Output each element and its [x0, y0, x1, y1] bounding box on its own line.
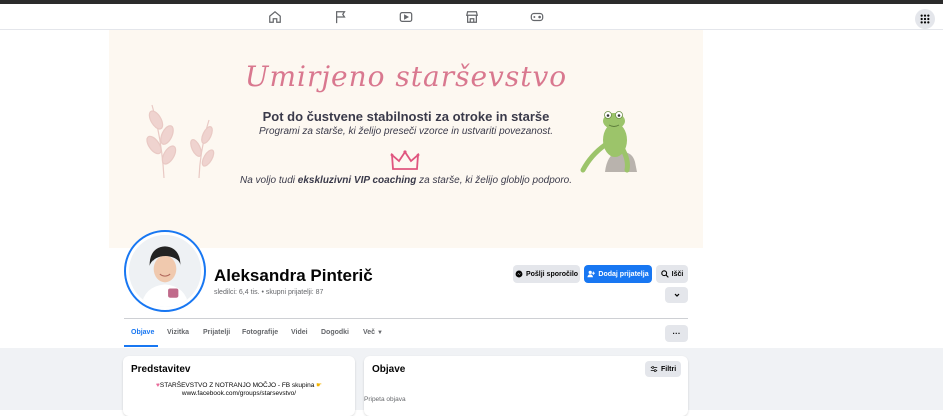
tab-posts[interactable]: Objave [131, 329, 154, 336]
tab-about[interactable]: Vizitka [167, 329, 189, 336]
intro-line-1-text: STARŠEVSTVO Z NOTRANJO MOČJO - FB skupin… [159, 382, 315, 389]
profile-divider [124, 318, 688, 319]
profile-meta[interactable]: sledilci: 6,4 tis. • skupni prijatelji: … [214, 289, 323, 296]
caret-down-icon: ▼ [377, 330, 383, 336]
intro-line-1: ♥STARŠEVSTVO Z NOTRANJO MOČJO - FB skupi… [123, 381, 355, 389]
cover-script-title: Umirjeno starševstvo [244, 60, 568, 93]
frog-illustration [580, 111, 637, 173]
crown-icon [390, 150, 420, 170]
filter-sliders-icon [650, 366, 658, 372]
marketplace-icon[interactable] [465, 10, 479, 24]
intro-card: Predstavitev ♥STARŠEVSTVO Z NOTRANJO MOČ… [123, 356, 355, 416]
add-friend-label: Dodaj prijatelja [598, 270, 649, 278]
tab-events[interactable]: Dogodki [321, 329, 349, 336]
more-options-dropdown[interactable] [665, 287, 688, 303]
flag-icon[interactable] [334, 10, 348, 24]
cover-vip-line: Na voljo tudi ekskluzivni VIP coaching z… [109, 175, 703, 186]
search-icon [660, 270, 669, 278]
tab-videos[interactable]: Videi [291, 329, 308, 336]
search-button[interactable]: Išči [656, 265, 688, 283]
send-message-label: Pošlji sporočilo [525, 270, 579, 278]
vip-bold: ekskluzivni VIP coaching [297, 175, 417, 186]
chevron-down-icon [674, 293, 679, 297]
posts-card: Objave Filtri Pripeta objava [364, 356, 688, 416]
cover-photo[interactable]: Umirjeno starševstvo Pot do čustvene sta… [109, 30, 703, 248]
grid-menu-icon[interactable] [915, 9, 935, 29]
pinned-post-label: Pripeta objava [364, 396, 406, 403]
tabs-more-button[interactable]: ··· [665, 325, 688, 342]
avatar-photo [129, 235, 201, 307]
intro-title: Predstavitev [131, 364, 191, 375]
active-tab-indicator [124, 345, 158, 347]
add-friend-button[interactable]: Dodaj prijatelja [584, 265, 652, 283]
video-icon[interactable] [399, 10, 413, 24]
profile-avatar[interactable] [124, 230, 206, 312]
messenger-icon [515, 270, 523, 278]
posts-title: Objave [372, 364, 406, 375]
vip-prefix: Na voljo tudi [239, 175, 298, 186]
send-message-button[interactable]: Pošlji sporočilo [513, 265, 580, 283]
tab-photos[interactable]: Fotografije [242, 329, 278, 336]
search-label: Išči [671, 270, 684, 278]
filters-label: Filtri [661, 365, 677, 373]
tab-more[interactable]: Več ▼ [363, 329, 383, 336]
intro-link[interactable]: www.facebook.com/groups/starsevstvo/ [123, 390, 355, 397]
tab-friends[interactable]: Prijatelji [203, 329, 230, 336]
pointing-hand-icon: ☛ [316, 382, 322, 389]
gaming-icon[interactable] [530, 10, 544, 24]
profile-name: Aleksandra Pinterič [214, 266, 373, 285]
tab-more-label: Več [363, 329, 376, 336]
home-icon[interactable] [268, 10, 282, 24]
top-navigation-bar [0, 4, 943, 30]
add-friend-icon [587, 270, 596, 278]
vip-suffix: za starše, ki želijo globljo podporo. [416, 175, 572, 186]
filters-button[interactable]: Filtri [645, 361, 682, 377]
